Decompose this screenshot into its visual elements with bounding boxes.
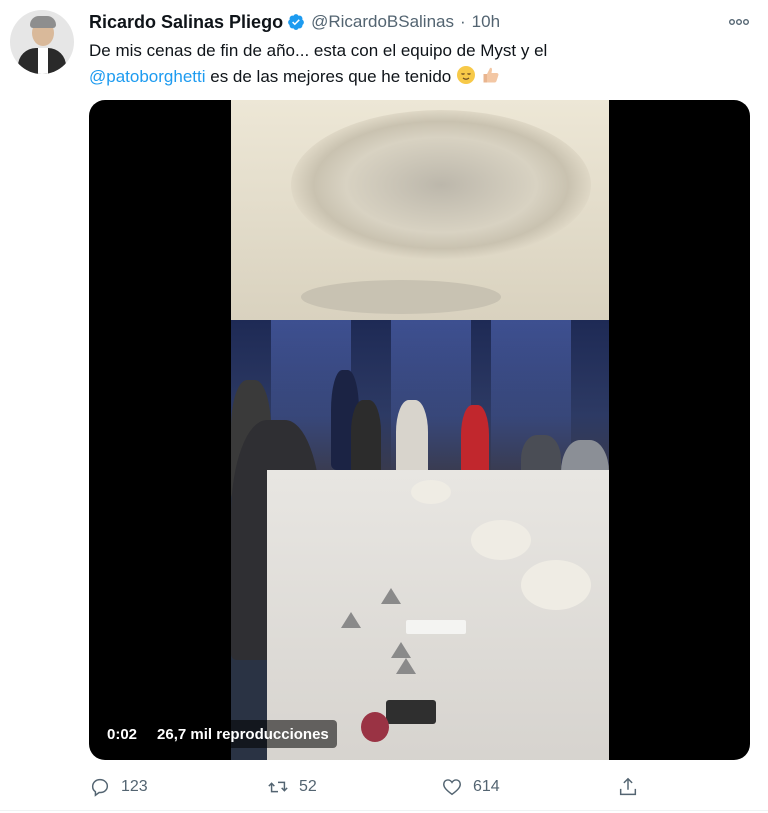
mention-link[interactable]: @patoborghetti bbox=[89, 67, 206, 86]
more-options-icon[interactable] bbox=[724, 12, 754, 32]
reply-count: 123 bbox=[121, 778, 148, 795]
share-button[interactable] bbox=[617, 772, 649, 802]
tweet-time[interactable]: 10h bbox=[472, 12, 500, 32]
dinner-table bbox=[267, 470, 609, 760]
tweet-text-part1: De mis cenas de fin de año... esta con e… bbox=[89, 41, 548, 60]
heart-icon bbox=[443, 779, 461, 796]
reply-button[interactable]: 123 bbox=[89, 772, 148, 802]
share-icon bbox=[619, 777, 637, 796]
video-views: 26,7 mil reproducciones bbox=[157, 725, 329, 743]
tweet-actions: 123 52 614 bbox=[89, 772, 689, 802]
ceiling bbox=[231, 100, 609, 320]
thumbs-up-emoji bbox=[481, 65, 501, 93]
tweet-header: Ricardo Salinas Pliego @RicardoBSalinas … bbox=[89, 10, 500, 34]
video-overlay: 0:02 26,7 mil reproducciones bbox=[99, 720, 337, 748]
like-button[interactable]: 614 bbox=[441, 772, 500, 802]
separator: · bbox=[460, 12, 466, 31]
video-player[interactable]: 0:02 26,7 mil reproducciones bbox=[89, 100, 750, 760]
author-name[interactable]: Ricardo Salinas Pliego bbox=[89, 12, 283, 33]
like-count: 614 bbox=[473, 778, 500, 795]
divider bbox=[0, 810, 768, 811]
avatar[interactable] bbox=[10, 10, 74, 74]
video-timestamp: 0:02 bbox=[107, 725, 138, 743]
retweet-count: 52 bbox=[299, 778, 317, 795]
video-frame bbox=[231, 100, 609, 760]
reply-icon bbox=[91, 778, 109, 797]
tweet-text-part2: es de las mejores que he tenido bbox=[205, 67, 456, 86]
retweet-button[interactable]: 52 bbox=[267, 772, 317, 802]
verified-badge-icon bbox=[287, 13, 305, 31]
relieved-face-emoji bbox=[456, 65, 476, 93]
retweet-icon bbox=[268, 781, 288, 793]
tweet-text: De mis cenas de fin de año... esta con e… bbox=[89, 38, 749, 93]
tweet: Ricardo Salinas Pliego @RicardoBSalinas … bbox=[0, 0, 768, 813]
author-handle[interactable]: @RicardoBSalinas bbox=[311, 12, 454, 32]
